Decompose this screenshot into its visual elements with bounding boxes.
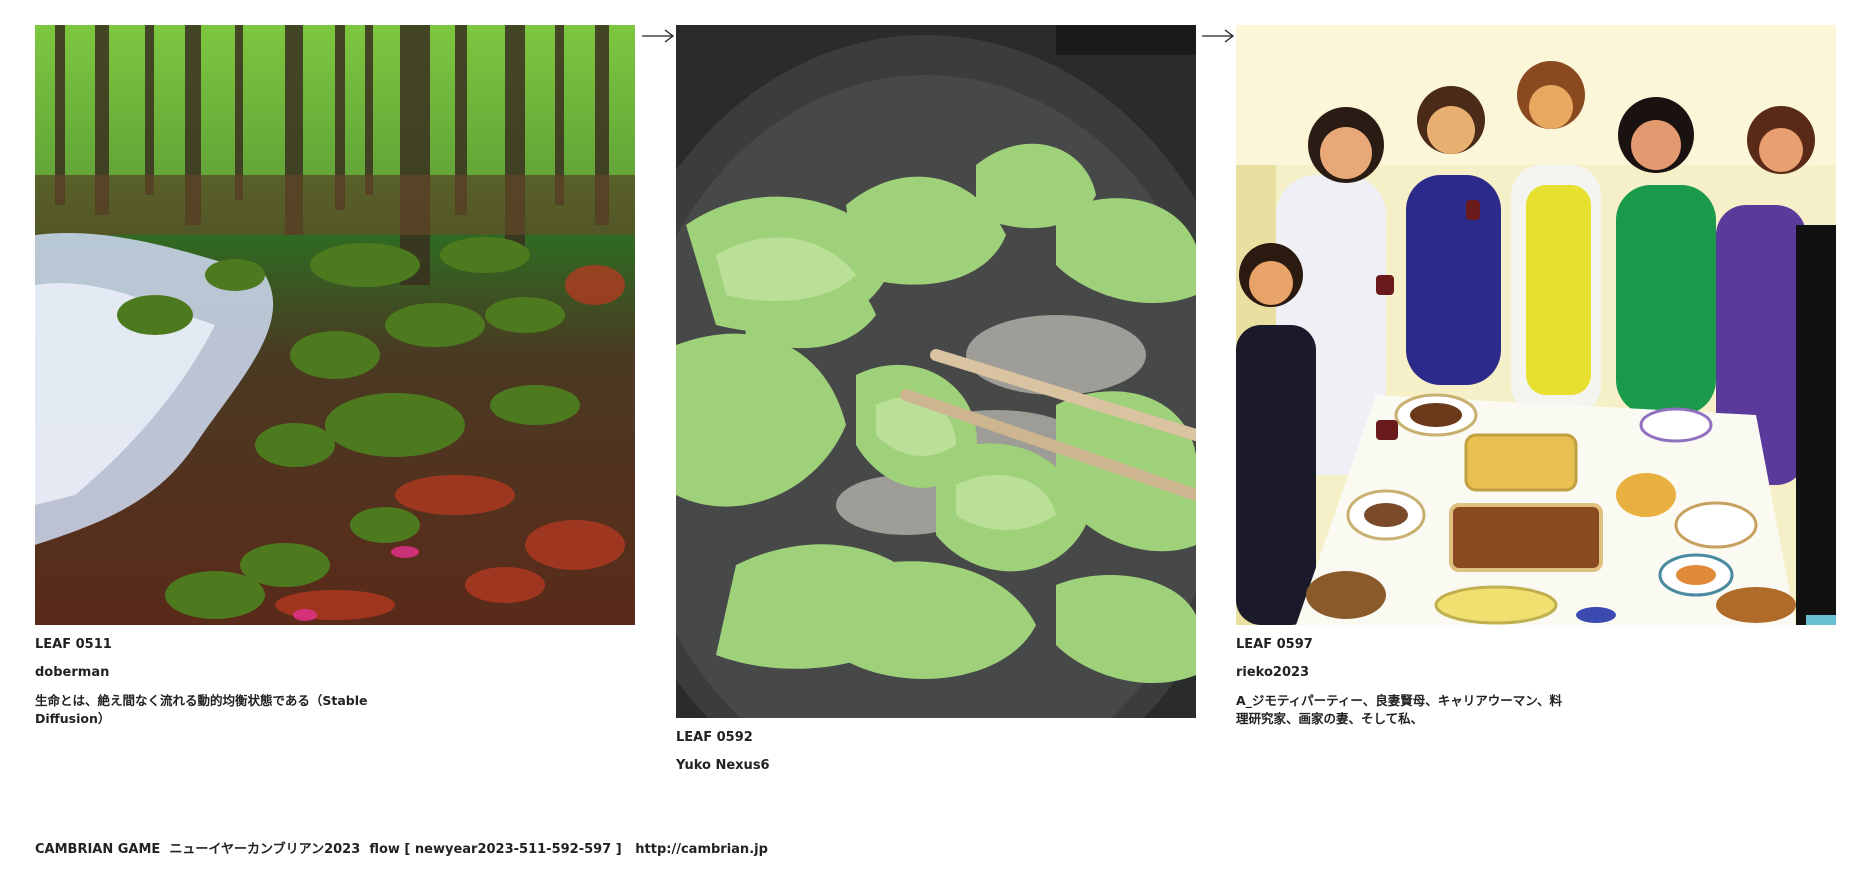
footer-game-title: ニューイヤーカンブリアン2023 (169, 842, 361, 857)
right-arrow-icon (642, 29, 675, 43)
leaf-image-forest-stream[interactable] (35, 25, 635, 625)
right-arrow-icon (1202, 29, 1235, 43)
leaf-card-0597: LEAF 0597 rieko2023 A_ジモティパーティー、良妻賢母、キャリ… (1236, 25, 1836, 727)
footer-flow-info: CAMBRIAN GAME ニューイヤーカンブリアン2023 flow [ ne… (35, 838, 768, 857)
footer-flow-id: flow [ newyear2023-511-592-597 ] (369, 842, 622, 857)
footer-game-name: CAMBRIAN GAME (35, 842, 161, 857)
leaf-author[interactable]: rieko2023 (1236, 665, 1836, 680)
leaf-image-party-painting[interactable] (1236, 25, 1836, 625)
leaf-caption: 生命とは、絶え間なく流れる動的均衡状態である（Stable Diffusion） (35, 693, 368, 726)
leaf-id[interactable]: LEAF 0592 (676, 730, 1196, 745)
leaf-image-cabbage-pan[interactable] (676, 25, 1196, 718)
leaf-card-0511: LEAF 0511 doberman 生命とは、絶え間なく流れる動的均衡状態であ… (35, 25, 635, 727)
leaf-id[interactable]: LEAF 0597 (1236, 637, 1836, 652)
leaf-id[interactable]: LEAF 0511 (35, 637, 635, 652)
leaf-author[interactable]: Yuko Nexus6 (676, 758, 1196, 773)
leaf-card-0592: LEAF 0592 Yuko Nexus6 (676, 25, 1196, 773)
leaf-caption: A_ジモティパーティー、良妻賢母、キャリアウーマン、料理研究家、画家の妻、そして… (1236, 693, 1563, 726)
footer-site-link[interactable]: http://cambrian.jp (635, 842, 768, 857)
leaf-author[interactable]: doberman (35, 665, 635, 680)
